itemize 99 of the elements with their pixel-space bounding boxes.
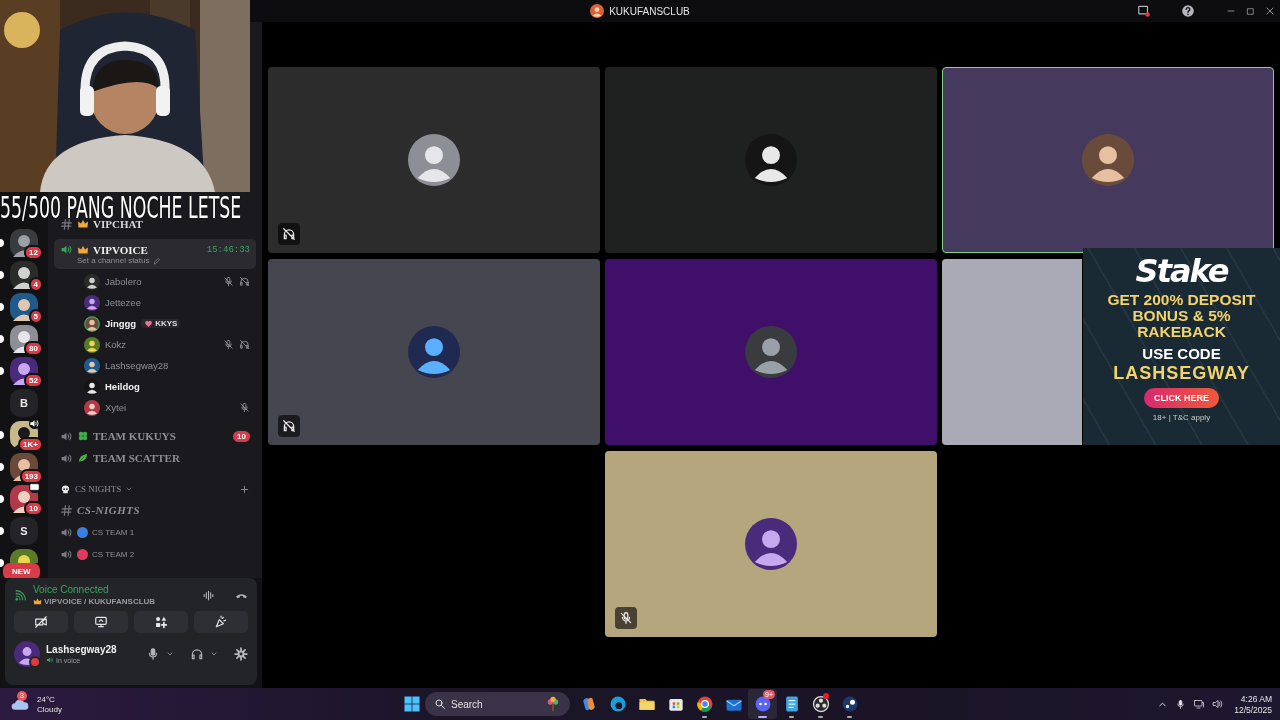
code-label: USE CODE xyxy=(1142,345,1221,362)
search-field[interactable]: Search xyxy=(425,692,570,716)
video-tile[interactable] xyxy=(268,259,600,445)
help-icon[interactable] xyxy=(1181,4,1195,18)
server-icon[interactable] xyxy=(10,549,38,563)
ad-banner[interactable]: Stake GET 200% DEPOSIT BONUS & 5% RAKEBACK USE CODE LASHSEGWAY CLICK HERE 18+ | T&C apply xyxy=(1083,248,1280,445)
screen-icon xyxy=(29,482,40,493)
signal-icon xyxy=(14,588,27,602)
click-here-button[interactable]: CLICK HERE xyxy=(1144,388,1219,408)
browser-icon[interactable] xyxy=(694,694,715,714)
noise-suppression-icon[interactable] xyxy=(202,588,215,602)
caret-icon[interactable] xyxy=(210,650,218,658)
network-icon[interactable] xyxy=(1193,698,1206,710)
unread-badge: 52 xyxy=(24,373,43,388)
speaker-icon xyxy=(60,243,73,256)
activities-icon xyxy=(154,615,168,629)
heart-icon xyxy=(144,319,154,328)
unread-badge: 1K+ xyxy=(18,437,43,452)
time: 4:26 AM xyxy=(1240,693,1272,704)
new-badge: NEW xyxy=(3,563,40,578)
member-item[interactable]: Lashsegway28 xyxy=(54,355,256,376)
video-tile[interactable] xyxy=(942,259,1082,445)
mic-icon[interactable] xyxy=(146,647,160,661)
add-channel-icon[interactable] xyxy=(239,483,250,495)
server-button[interactable]: S xyxy=(10,517,38,545)
mic-icon[interactable] xyxy=(1175,698,1187,710)
ad-headline: GET 200% DEPOSIT BONUS & 5% RAKEBACK xyxy=(1106,292,1257,340)
category-header[interactable]: CS NIGHTS xyxy=(54,479,256,499)
username: Lashsegway28 xyxy=(46,644,118,655)
server-icon xyxy=(590,4,605,18)
search-icon xyxy=(434,698,446,710)
server-icon[interactable] xyxy=(10,229,38,257)
brand-logo: Stake xyxy=(1135,252,1228,290)
channel-item[interactable]: CS-NIGHTS xyxy=(54,499,256,521)
voice-channel-link[interactable]: VIPVOICE / KUKUFANSCLUB xyxy=(44,597,156,606)
server-icon[interactable] xyxy=(10,261,38,289)
crown-icon xyxy=(33,597,42,606)
maximize-icon[interactable] xyxy=(1245,5,1256,17)
member-item[interactable]: Heildog xyxy=(54,376,256,397)
channel-item[interactable]: TEAM KUKUYS 10 xyxy=(54,425,256,447)
date: 12/5/2025 xyxy=(1234,704,1272,715)
channel-item[interactable]: VIPVOICE 15:46:33 Set a channel status xyxy=(54,239,256,269)
channel-item[interactable]: TEAM SCATTER xyxy=(54,447,256,469)
speaker-icon xyxy=(29,418,40,429)
call-timer: 15:46:33 xyxy=(206,244,250,255)
channel-item[interactable]: CS TEAM 1 xyxy=(54,521,256,543)
camera-off-icon xyxy=(34,615,48,629)
clock[interactable]: 4:26 AM 12/5/2025 xyxy=(1234,693,1272,715)
leaf-icon xyxy=(77,452,89,464)
video-tile[interactable] xyxy=(605,67,937,253)
recorder-icon[interactable] xyxy=(810,694,831,714)
member-item[interactable]: Jettezee xyxy=(54,292,256,313)
screen-share-icon xyxy=(94,615,108,629)
promo-code: LASHSEGWAY xyxy=(1113,364,1250,383)
activities-button[interactable] xyxy=(134,611,188,633)
caret-icon[interactable] xyxy=(166,650,174,658)
weather-condition: Cloudy xyxy=(37,704,62,714)
soundboard-icon xyxy=(214,615,228,629)
stream-caption: 55/500 PANG NOCHE LETSE xyxy=(0,194,242,220)
member-item[interactable]: Jinggg KKYS xyxy=(54,313,256,334)
member-item[interactable]: Xytei xyxy=(54,397,256,418)
video-tile[interactable] xyxy=(605,259,937,445)
unread-badge: 10 xyxy=(24,501,43,516)
screen-share-button[interactable] xyxy=(74,611,128,633)
camera-off-button[interactable] xyxy=(14,611,68,633)
speaker-icon xyxy=(46,656,54,664)
mention-badge: 10 xyxy=(233,430,250,442)
tag-label: KKYS xyxy=(155,319,178,328)
hash-icon xyxy=(60,217,73,231)
volume-icon[interactable] xyxy=(1212,698,1225,710)
inbox-icon[interactable] xyxy=(1137,4,1151,18)
server-icon[interactable] xyxy=(10,293,38,321)
channel-status[interactable]: Set a channel status xyxy=(77,256,150,265)
hash-icon xyxy=(60,503,73,517)
start-icon[interactable] xyxy=(403,695,421,713)
server-button[interactable]: B xyxy=(10,389,38,417)
tree-icon xyxy=(545,696,561,712)
headphones-icon[interactable] xyxy=(190,647,204,661)
unread-badge: 12 xyxy=(24,245,43,260)
skull-icon xyxy=(60,483,71,495)
close-icon[interactable] xyxy=(1264,5,1276,17)
unread-badge: 193 xyxy=(19,469,43,484)
member-item[interactable]: Jabolero xyxy=(54,271,256,292)
clover-icon xyxy=(77,430,89,442)
settings-icon[interactable] xyxy=(234,647,248,661)
pencil-icon xyxy=(152,256,161,265)
member-item[interactable]: Kokz xyxy=(54,334,256,355)
window-title: KUKUFANSCLUB xyxy=(609,5,690,17)
video-tile[interactable] xyxy=(268,67,600,253)
video-tile[interactable] xyxy=(942,67,1274,253)
temperature: 24°C xyxy=(37,694,56,704)
disclaimer: 18+ | T&C apply xyxy=(1152,413,1211,422)
unread-badge: 80 xyxy=(24,341,43,356)
channel-item[interactable]: CS TEAM 2 xyxy=(54,543,256,565)
video-tile[interactable] xyxy=(605,451,937,637)
server-icon[interactable] xyxy=(10,357,38,385)
soundboard-button[interactable] xyxy=(194,611,248,633)
voice-status: Voice Connected xyxy=(33,584,110,595)
crown-icon xyxy=(77,218,89,230)
